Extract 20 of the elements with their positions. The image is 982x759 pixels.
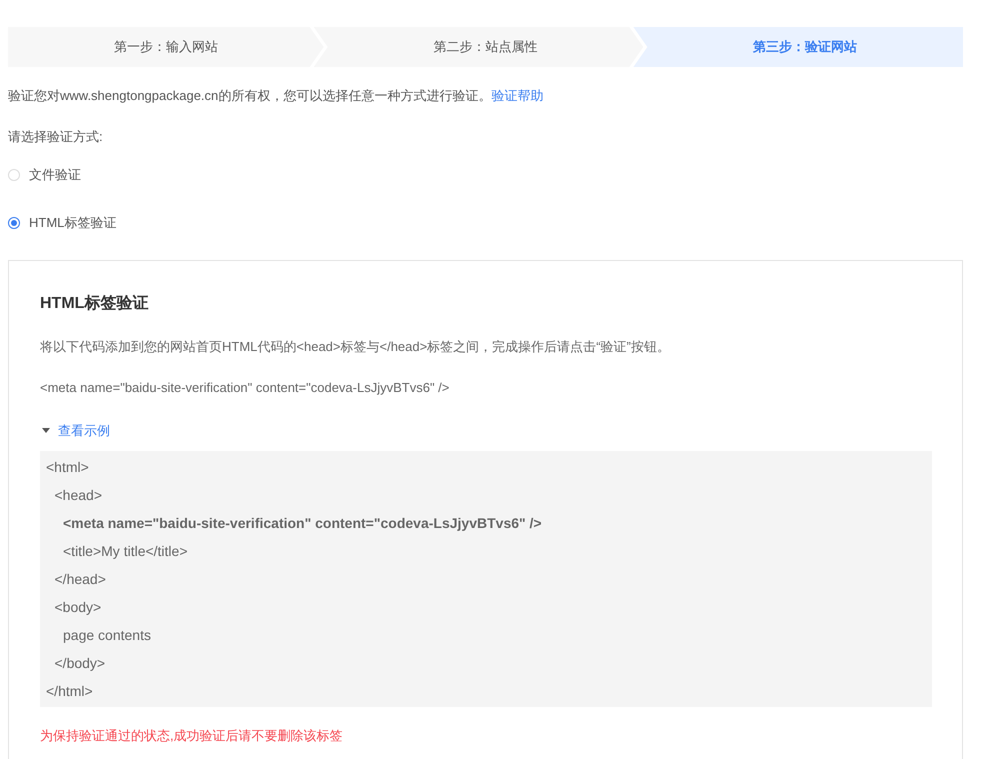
show-example-link[interactable]: 查看示例: [58, 422, 110, 440]
code-line: page contents: [63, 627, 151, 643]
method-prompt: 请选择验证方式:: [8, 128, 104, 145]
warning-text: 为保持验证通过的状态,成功验证后请不要删除该标签: [40, 727, 344, 744]
radio-button[interactable]: [8, 216, 20, 228]
code-line: <html>: [46, 459, 89, 475]
radio-label[interactable]: HTML标签验证: [29, 214, 116, 232]
code-line: <meta name="baidu-site-verification" content="codeva-LsJjyvBTvs6" />: [63, 515, 542, 531]
meta-tag-code: <meta name="baidu-site-verification" content="codeva-LsJjyvBTvs6" />: [40, 379, 450, 396]
radio-label[interactable]: 文件验证: [29, 166, 81, 184]
code-line: </body>: [54, 655, 106, 671]
intro-text: 验证您对www.shengtongpackage.cn的所有权，您可以选择任意一种方式进行验证。验证帮助: [8, 87, 544, 104]
code-line: <body>: [54, 599, 102, 615]
code-line: <title>My title</title>: [63, 543, 188, 559]
instruction-text: 将以下代码添加到您的网站首页HTML代码的<head>标签与</head>标签之间，完成操作后请点击“验证”按钮。: [40, 338, 671, 355]
help-link[interactable]: 验证帮助: [491, 88, 544, 103]
code-line: </head>: [54, 571, 106, 587]
code-line: <head>: [54, 487, 102, 503]
panel-title: HTML标签验证: [40, 294, 150, 314]
code-line: </html>: [46, 683, 93, 699]
